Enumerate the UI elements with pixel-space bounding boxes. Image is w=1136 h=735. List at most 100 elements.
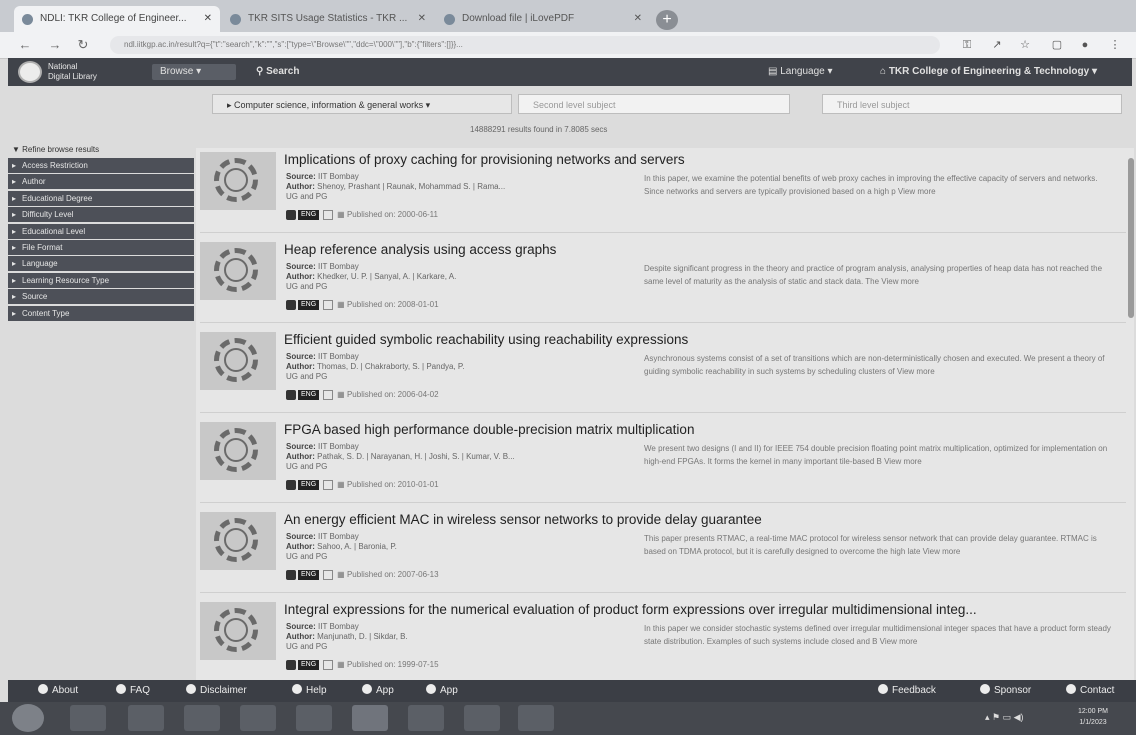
iit-bombay-logo-thumbnail[interactable] <box>200 332 276 390</box>
disclaimer-label: Disclaimer <box>200 685 247 696</box>
system-clock[interactable]: 12:00 PM 1/1/2023 <box>1068 706 1118 728</box>
published-date: Published on: 1999-07-15 <box>346 660 439 670</box>
facet-educational-degree[interactable]: Educational Degree <box>8 190 194 206</box>
app-icon[interactable] <box>296 705 332 731</box>
iit-bombay-logo-thumbnail[interactable] <box>200 602 276 660</box>
document-icon <box>323 210 334 220</box>
faq-link[interactable]: FAQ <box>116 684 150 698</box>
iit-bombay-logo-thumbnail[interactable] <box>200 152 276 210</box>
iit-bombay-logo-thumbnail[interactable] <box>200 422 276 480</box>
word-icon[interactable] <box>518 705 554 731</box>
system-tray-icons[interactable]: ▴ ⚑ ▭ ◀) <box>985 712 1024 723</box>
close-tab-icon[interactable]: ✕ <box>418 6 426 32</box>
about-link[interactable]: About <box>38 684 78 698</box>
first-level-value: Computer science, information & general … <box>234 100 424 110</box>
bookmark-star-icon[interactable]: ☆ <box>1018 38 1032 52</box>
calendar-icon: ▦ <box>337 480 347 490</box>
sidebar-icon[interactable]: ▢ <box>1050 38 1064 52</box>
result-title-link[interactable]: FPGA based high performance double-preci… <box>284 422 694 437</box>
share-icon[interactable]: ↗ <box>990 38 1004 52</box>
close-tab-icon[interactable]: ✕ <box>634 6 642 32</box>
facet-learning-resource-type[interactable]: Learning Resource Type <box>8 272 194 288</box>
android-app-label: App <box>376 685 394 696</box>
back-arrow-icon[interactable]: ← <box>16 36 34 54</box>
result-abstract[interactable]: In this paper we consider stochastic sys… <box>644 622 1114 648</box>
facet-educational-level[interactable]: Educational Level <box>8 223 194 239</box>
facet-author[interactable]: Author <box>8 174 194 190</box>
published-date: Published on: 2010-01-01 <box>346 480 439 490</box>
url-field[interactable]: ndl.iitkgp.ac.in/result?q={"t":"search",… <box>110 36 940 54</box>
iit-bombay-logo-thumbnail[interactable] <box>200 512 276 570</box>
facet-source[interactable]: Source <box>8 289 194 305</box>
browser-tab-bar: NDLI: TKR College of Engineer... ✕ TKR S… <box>0 0 1136 32</box>
result-abstract[interactable]: Asynchronous systems consist of a set of… <box>644 352 1114 378</box>
browser-tab-usage[interactable]: TKR SITS Usage Statistics - TKR ... ✕ <box>222 6 434 32</box>
reload-icon[interactable]: ↻ <box>74 36 92 54</box>
menu-dots-icon[interactable]: ⋮ <box>1108 38 1122 52</box>
facet-difficulty-level[interactable]: Difficulty Level <box>8 207 194 223</box>
results-scrollbar[interactable] <box>1128 158 1134 318</box>
profile-icon[interactable]: ● <box>1078 38 1092 52</box>
author-label: Author: <box>286 632 315 641</box>
info-icon <box>38 684 48 694</box>
document-icon <box>323 480 334 490</box>
paint-icon[interactable] <box>240 705 276 731</box>
facet-list: Access Restriction Author Educational De… <box>8 158 194 322</box>
android-app-link[interactable]: App <box>362 684 394 698</box>
result-abstract[interactable]: This paper presents RTMAC, a real-time M… <box>644 532 1114 558</box>
disclaimer-link[interactable]: Disclaimer <box>186 684 247 698</box>
published-date: Published on: 2008-01-01 <box>346 300 439 310</box>
author-label: Author: <box>286 362 315 371</box>
help-link[interactable]: Help <box>292 684 327 698</box>
result-abstract[interactable]: Despite significant progress in the theo… <box>644 262 1114 288</box>
first-level-subject-select[interactable]: ▸ Computer science, information & genera… <box>212 94 512 114</box>
result-title-link[interactable]: An energy efficient MAC in wireless sens… <box>284 512 762 527</box>
result-abstract[interactable]: In this paper, we examine the potential … <box>644 172 1114 198</box>
apple-icon <box>426 684 436 694</box>
calendar-icon: ▦ <box>337 660 347 670</box>
list-item: Integral expressions for the numerical e… <box>200 598 1126 683</box>
contact-link[interactable]: Contact <box>1066 684 1114 698</box>
internet-explorer-icon[interactable] <box>70 705 106 731</box>
facet-language[interactable]: Language <box>8 256 194 272</box>
media-player-icon[interactable] <box>184 705 220 731</box>
feedback-link[interactable]: Feedback <box>878 684 936 698</box>
windows-start-icon[interactable] <box>12 704 44 732</box>
published-date: Published on: 2007-06-13 <box>346 570 439 580</box>
facet-access-restriction[interactable]: Access Restriction <box>8 158 194 173</box>
third-level-subject-select[interactable]: Third level subject <box>822 94 1122 114</box>
iit-bombay-logo-thumbnail[interactable] <box>200 242 276 300</box>
close-tab-icon[interactable]: ✕ <box>204 6 212 32</box>
result-title-link[interactable]: Efficient guided symbolic reachability u… <box>284 332 688 347</box>
facet-content-type[interactable]: Content Type <box>8 305 194 321</box>
tab-label: Download file | iLovePDF <box>462 13 575 24</box>
calculator-icon[interactable] <box>408 705 444 731</box>
file-explorer-icon[interactable] <box>128 705 164 731</box>
ios-app-link[interactable]: App <box>426 684 458 698</box>
help-icon <box>292 684 302 694</box>
sponsor-link[interactable]: Sponsor <box>980 684 1031 698</box>
browser-tab-ndli[interactable]: NDLI: TKR College of Engineer... ✕ <box>14 6 220 32</box>
acrobat-icon[interactable] <box>464 705 500 731</box>
lock-icon <box>286 210 296 220</box>
facet-file-format[interactable]: File Format <box>8 239 194 255</box>
result-title-link[interactable]: Implications of proxy caching for provis… <box>284 152 685 167</box>
ndl-logo[interactable]: National Digital Library <box>14 60 134 84</box>
language-menu-button[interactable]: ▤ Language ▾ <box>768 64 833 80</box>
result-meta: Source: IIT Bombay Author: Shenoy, Prash… <box>286 172 616 202</box>
browse-menu-button[interactable]: Browse ▾ <box>152 64 236 80</box>
result-title-link[interactable]: Integral expressions for the numerical e… <box>284 602 977 617</box>
forward-arrow-icon[interactable]: → <box>46 36 64 54</box>
chrome-icon[interactable] <box>352 705 388 731</box>
new-tab-button[interactable]: + <box>656 10 678 30</box>
language-badge: ENG <box>298 660 320 670</box>
result-title-link[interactable]: Heap reference analysis using access gra… <box>284 242 556 257</box>
institution-menu-button[interactable]: ⌂ TKR College of Engineering & Technolog… <box>880 64 1097 80</box>
contact-icon <box>1066 684 1076 694</box>
search-button[interactable]: ⚲ Search <box>256 64 299 80</box>
browser-tab-download[interactable]: Download file | iLovePDF ✕ <box>436 6 650 32</box>
key-icon[interactable]: ⚿ <box>960 38 974 52</box>
second-level-subject-select[interactable]: Second level subject <box>518 94 790 114</box>
megaphone-icon <box>186 684 196 694</box>
result-abstract[interactable]: We present two designs (I and II) for IE… <box>644 442 1114 468</box>
